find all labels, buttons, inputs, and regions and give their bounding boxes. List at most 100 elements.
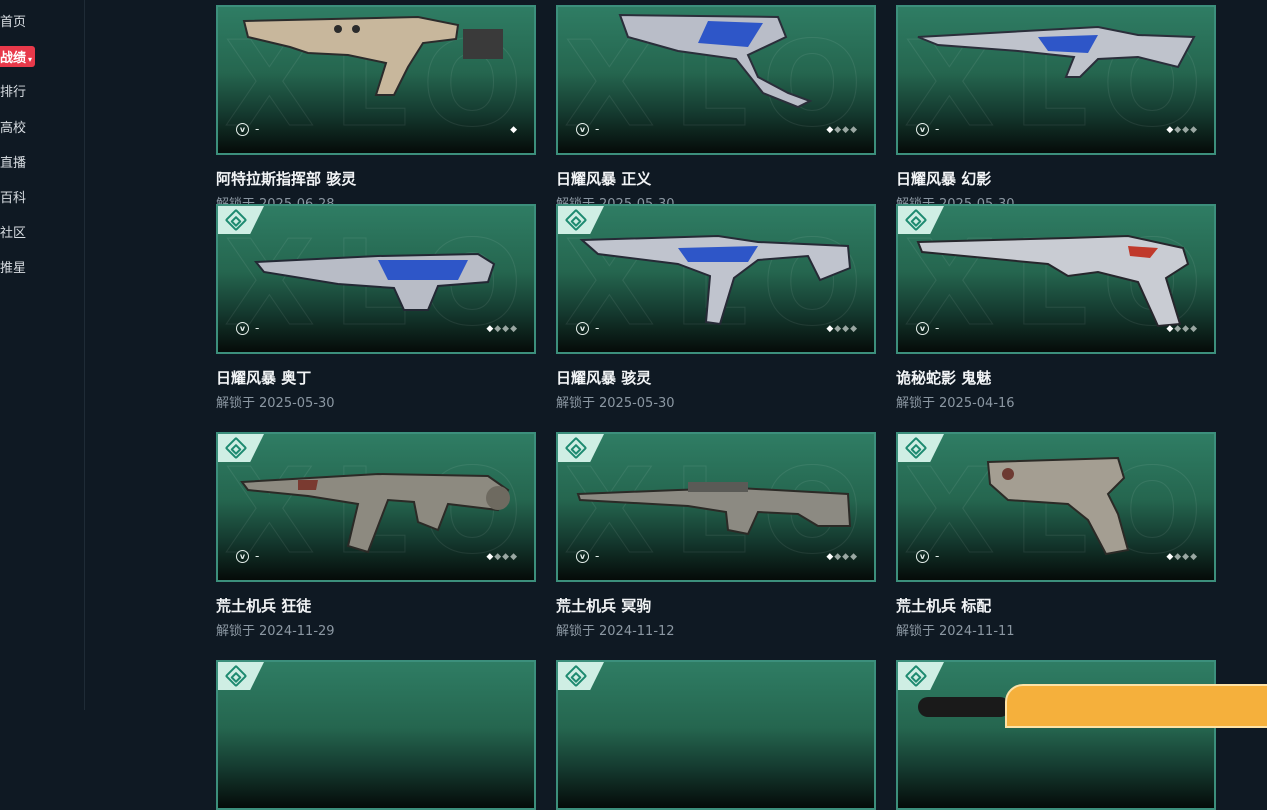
skin-card[interactable]: XLOIv-◆◆◆◆诡秘蛇影 鬼魅解锁于2025-04-16 [896,204,1216,411]
level-dots-inactive: ◆◆◆ [834,552,858,562]
unlock-date-label: 解锁于 [216,396,256,411]
price-row: v- [576,321,599,335]
skin-card[interactable]: XLOIv-◆◆◆◆日耀风暴 正义解锁于2025-05-30 [556,5,876,212]
skin-name: 荒土机兵 冥驹 [556,597,652,615]
level-dots: ◆◆◆◆ [486,552,518,562]
skin-card[interactable]: XLOIv-◆◆◆◆日耀风暴 幻影解锁于2025-05-30 [896,5,1216,212]
price-value: - [935,122,940,136]
level-dots: ◆◆◆◆ [1166,324,1198,334]
price-row: v- [576,549,599,563]
level-dots: ◆◆◆◆ [826,125,858,135]
price-value: - [255,321,260,335]
weapon-image [242,15,503,96]
price-row: v- [236,549,259,563]
valorant-points-icon: v [916,122,929,136]
skin-card[interactable]: XLOIv-◆◆◆◆荒土机兵 冥驹解锁于2024-11-12 [556,432,876,639]
skin-thumbnail: XLOIv-◆◆◆◆ [556,204,876,354]
skin-card[interactable]: XLOIv-◆阿特拉斯指挥部 骇灵解锁于2025-06-28 [216,5,536,212]
unlock-date-value: 2024-11-29 [259,624,335,639]
price-value: - [935,549,940,563]
skin-thumbnail: XLOIv-◆◆◆◆ [896,432,1216,582]
level-dots: ◆◆◆◆ [486,324,518,334]
level-dots-inactive: ◆◆◆ [1174,552,1198,562]
price-value: - [255,549,260,563]
unlock-date-label: 解锁于 [556,624,596,639]
skin-card[interactable]: XLOIv-◆◆◆◆荒土机兵 标配解锁于2024-11-11 [896,432,1216,639]
level-dots-inactive: ◆◆◆ [834,324,858,334]
skin-name: 诡秘蛇影 鬼魅 [896,369,992,387]
price-value: - [595,122,600,136]
level-dots: ◆◆◆◆ [826,324,858,334]
price-row: v- [236,122,259,136]
skin-thumbnail: XLOIv-◆◆◆◆ [216,432,536,582]
valorant-points-icon: v [236,122,249,136]
skin-name: 日耀风暴 正义 [556,170,652,188]
unlock-date-label: 解锁于 [216,624,256,639]
skin-thumbnail [556,660,876,810]
valorant-points-icon: v [576,122,589,136]
skin-name: 日耀风暴 幻影 [896,170,992,188]
valorant-points-icon: v [576,321,589,335]
price-row: v- [236,321,259,335]
unlock-date: 解锁于2025-05-30 [556,392,876,411]
skin-card-partial[interactable] [896,660,1216,810]
price-value: - [595,549,600,563]
skin-thumbnail: XLOIv-◆◆◆◆ [556,432,876,582]
unlock-date: 解锁于 2025-04-16 [896,392,1216,411]
skin-card[interactable]: XLOIv-◆◆◆◆日耀风暴 奥丁解锁于2025-05-30 [216,204,536,411]
unlock-date-label: 解锁于 [896,624,936,639]
level-dots-inactive: ◆◆◆ [494,324,518,334]
price-row: v- [916,122,939,136]
skin-thumbnail: XLOIv-◆◆◆◆ [216,204,536,354]
price-value: - [255,122,260,136]
floating-action-button[interactable] [1005,684,1267,728]
skin-card-partial[interactable] [216,660,536,810]
skin-thumbnail: XLOIv-◆◆◆◆ [896,204,1216,354]
price-row: v- [916,549,939,563]
level-dots-inactive: ◆◆◆ [834,125,858,135]
unlock-date: 解锁于 2024-11-11 [896,620,1216,639]
level-dots-inactive: ◆◆◆ [1174,125,1198,135]
unlock-date-value: 2025-05-30 [599,396,675,411]
level-dots-inactive: ◆◆◆ [1174,324,1198,334]
level-dots: ◆ [510,125,518,135]
unlock-date-label: 解锁于 [896,396,936,411]
level-dots: ◆◆◆◆ [1166,552,1198,562]
level-dots: ◆◆◆◆ [1166,125,1198,135]
skin-card-partial[interactable] [556,660,876,810]
skin-grid: XLOIv-◆阿特拉斯指挥部 骇灵解锁于2025-06-28XLOIv-◆◆◆◆… [0,0,1267,710]
skin-name: 荒土机兵 标配 [896,597,992,615]
skin-thumbnail [216,660,536,810]
unlock-date: 解锁于 2024-11-29 [216,620,536,639]
valorant-points-icon: v [236,549,249,563]
valorant-points-icon: v [916,549,929,563]
valorant-points-icon: v [576,549,589,563]
skin-thumbnail: XLOIv-◆◆◆◆ [896,5,1216,155]
price-value: - [935,321,940,335]
unlock-date-value: 2024-11-12 [599,624,675,639]
unlock-date-value: 2024-11-11 [939,624,1015,639]
skin-thumbnail: XLOIv-◆◆◆◆ [556,5,876,155]
level-dots-inactive: ◆◆◆ [494,552,518,562]
skin-name: 日耀风暴 奥丁 [216,369,312,387]
level-dots: ◆◆◆◆ [826,552,858,562]
price-row: v- [576,122,599,136]
skin-name: 日耀风暴 骇灵 [556,369,652,387]
unlock-date: 解锁于2025-05-30 [216,392,536,411]
floating-tag[interactable] [918,697,1010,717]
unlock-date: 解锁于 2024-11-12 [556,620,876,639]
unlock-date-value: 2025-04-16 [939,396,1015,411]
price-value: - [595,321,600,335]
level-dots-active: ◆ [510,125,518,135]
skin-card[interactable]: XLOIv-◆◆◆◆荒土机兵 狂徒解锁于2024-11-29 [216,432,536,639]
price-row: v- [916,321,939,335]
valorant-points-icon: v [916,321,929,335]
skin-name: 荒土机兵 狂徒 [216,597,312,615]
skin-thumbnail: XLOIv-◆ [216,5,536,155]
skin-thumbnail [896,660,1216,810]
skin-name: 阿特拉斯指挥部 骇灵 [216,170,357,188]
valorant-points-icon: v [236,321,249,335]
unlock-date-label: 解锁于 [556,396,596,411]
skin-card[interactable]: XLOIv-◆◆◆◆日耀风暴 骇灵解锁于2025-05-30 [556,204,876,411]
unlock-date-value: 2025-05-30 [259,396,335,411]
